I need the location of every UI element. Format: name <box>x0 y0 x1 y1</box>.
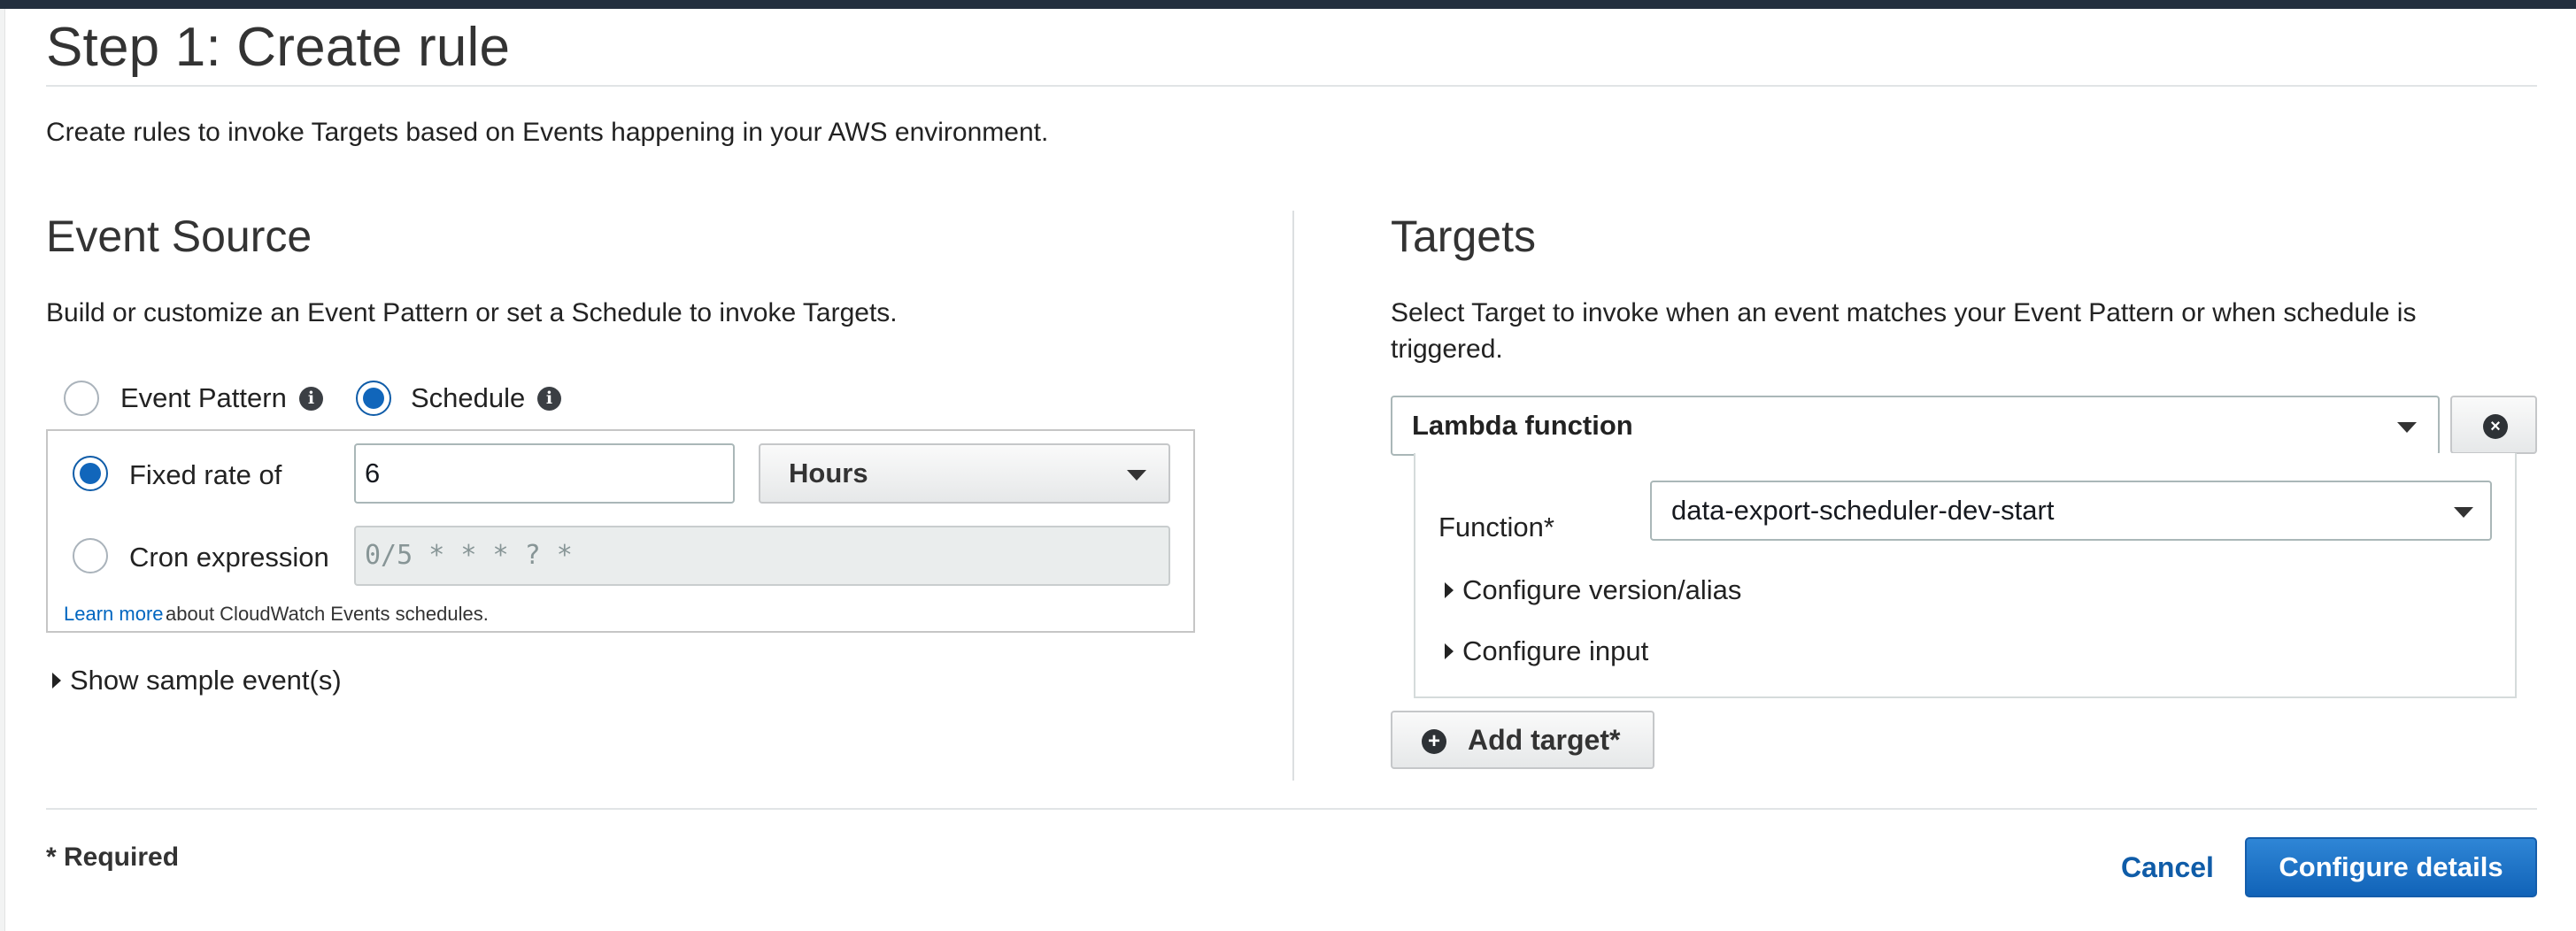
remove-target-button[interactable]: × <box>2450 396 2537 454</box>
function-select[interactable]: data-export-scheduler-dev-start <box>1650 481 2492 541</box>
add-target-label: Add target* <box>1468 724 1621 756</box>
remove-circle-icon: × <box>2483 414 2508 439</box>
fixed-rate-label[interactable]: Fixed rate of <box>129 459 282 491</box>
schedule-info-icon[interactable]: i <box>537 387 561 411</box>
top-navigation-bar <box>0 0 2576 9</box>
rate-unit-select[interactable]: Hours <box>759 443 1170 504</box>
schedule-label[interactable]: Schedule <box>411 382 525 414</box>
targets-description-line2: triggered. <box>1391 335 1503 364</box>
fixed-rate-radio[interactable] <box>73 456 108 491</box>
target-type-select[interactable]: Lambda function <box>1391 396 2440 456</box>
configure-details-button[interactable]: Configure details <box>2245 837 2537 897</box>
column-divider <box>1292 211 1294 781</box>
configure-input-toggle[interactable]: Configure input <box>1462 635 1648 667</box>
add-circle-icon: + <box>1422 729 1446 754</box>
cron-expression-radio[interactable] <box>73 538 108 573</box>
configure-version-alias-toggle[interactable]: Configure version/alias <box>1462 574 1741 606</box>
caret-right-icon <box>1445 643 1454 659</box>
fixed-rate-input[interactable]: 6 <box>354 443 735 504</box>
page-description: Create rules to invoke Targets based on … <box>46 118 1049 147</box>
event-pattern-label[interactable]: Event Pattern <box>120 382 287 414</box>
footer-divider <box>46 808 2537 810</box>
cron-expression-input[interactable]: 0/5 * * * ? * <box>354 526 1170 586</box>
cron-expression-label[interactable]: Cron expression <box>129 542 329 573</box>
targets-heading: Targets <box>1391 212 1536 261</box>
learn-more-link[interactable]: Learn more <box>64 603 164 626</box>
target-type-value: Lambda function <box>1412 410 1633 441</box>
cancel-button[interactable]: Cancel <box>2121 851 2214 884</box>
function-value: data-export-scheduler-dev-start <box>1671 495 2055 526</box>
chevron-down-icon <box>2397 422 2417 433</box>
learn-more-text: about CloudWatch Events schedules. <box>166 603 489 625</box>
show-sample-events-toggle[interactable]: Show sample event(s) <box>70 665 342 696</box>
caret-right-icon <box>1445 582 1454 598</box>
add-target-button[interactable]: + Add target* <box>1391 711 1654 769</box>
left-edge-panel <box>0 9 5 931</box>
chevron-down-icon <box>1127 470 1146 481</box>
targets-description-line1: Select Target to invoke when an event ma… <box>1391 298 2417 327</box>
required-note: * Required <box>46 843 180 872</box>
title-divider <box>46 85 2537 87</box>
schedule-radio[interactable] <box>356 381 391 416</box>
event-source-description: Build or customize an Event Pattern or s… <box>46 298 898 327</box>
rate-unit-value: Hours <box>789 458 868 489</box>
function-label: Function* <box>1438 512 1554 542</box>
caret-right-icon <box>52 673 61 689</box>
chevron-down-icon <box>2454 507 2473 518</box>
page-title: Step 1: Create rule <box>46 17 511 78</box>
event-pattern-info-icon[interactable]: i <box>299 387 323 411</box>
event-source-heading: Event Source <box>46 212 312 261</box>
event-pattern-radio[interactable] <box>64 381 99 416</box>
